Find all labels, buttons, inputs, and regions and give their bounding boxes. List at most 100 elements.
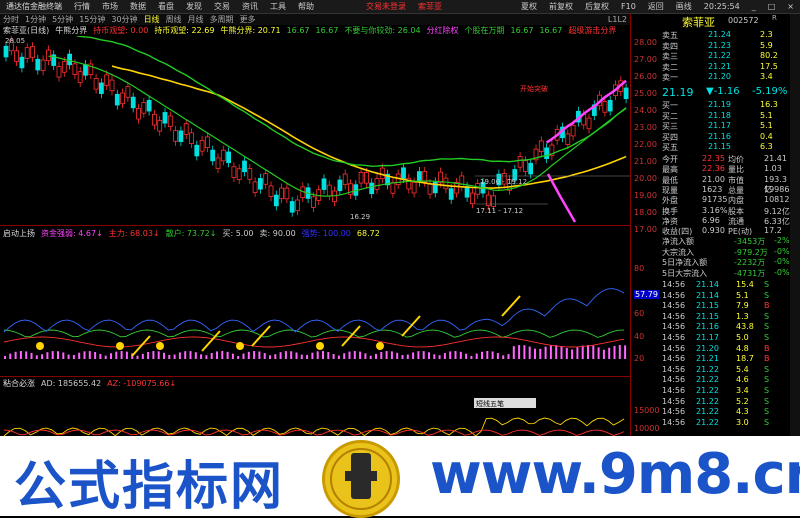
candle-body xyxy=(136,107,141,120)
f10-button[interactable]: F10 xyxy=(615,2,642,11)
menu-item-tools[interactable]: 工具 xyxy=(264,1,292,12)
candle-body xyxy=(459,175,465,187)
y-tick: 80 xyxy=(634,264,645,273)
draw-button[interactable]: 画线 xyxy=(670,1,698,12)
tick-volume: 43.8 xyxy=(736,322,754,332)
menu-item-market[interactable]: 行情 xyxy=(68,1,96,12)
tick-price: 21.16 xyxy=(696,322,719,332)
histogram-bar xyxy=(184,351,187,359)
ask-row: 卖四 21.23 5.9 xyxy=(660,41,790,51)
menu-item-trade[interactable]: 交易 xyxy=(208,1,236,12)
quote-stock-name: 索菲亚 xyxy=(682,16,715,29)
y-tick: 17.00 xyxy=(634,225,657,234)
tick-side: S xyxy=(764,364,770,374)
tick-row: 14:56 21.16 43.8 S xyxy=(660,322,790,332)
stock-name-title: 索菲亚 xyxy=(418,2,442,11)
minimize-icon[interactable]: _ xyxy=(746,2,762,11)
stat-value: 0.930 xyxy=(702,226,725,236)
histogram-bar xyxy=(327,352,330,359)
side-toolbar[interactable] xyxy=(790,14,800,444)
candle-body xyxy=(523,160,528,172)
close-icon[interactable]: × xyxy=(781,2,800,11)
bid-row: 买三 21.17 5.1 xyxy=(660,121,790,131)
panel2-name[interactable]: 启动上扬 xyxy=(0,228,38,239)
histogram-bar xyxy=(375,353,377,359)
histogram-bar xyxy=(19,351,22,359)
chart-stock-name: 索菲亚(日线) xyxy=(3,26,50,35)
histogram-bar xyxy=(428,352,430,359)
tick-row: 14:56 21.22 3.0 S xyxy=(660,418,790,428)
candle-body xyxy=(109,79,115,92)
forward-adjust-button[interactable]: 前复权 xyxy=(543,1,579,12)
chart-indicator-name[interactable]: 牛熊分界 xyxy=(52,25,90,36)
period-tab[interactable]: 5分钟 xyxy=(49,14,76,25)
book-volume: 16.3 xyxy=(760,100,778,109)
level-label[interactable]: L1L2 xyxy=(605,15,630,24)
book-label: 卖一 xyxy=(662,73,678,82)
histogram-bar xyxy=(306,354,309,359)
histogram-bar xyxy=(449,351,452,359)
panel3-name[interactable]: 粘合必涨 xyxy=(0,378,38,389)
menu-item-discover[interactable]: 发现 xyxy=(180,1,208,12)
candle-body xyxy=(24,47,30,59)
flow-value: -2232万 xyxy=(734,258,766,267)
candle-body xyxy=(401,167,406,179)
book-label: 卖四 xyxy=(662,41,678,51)
tick-row: 14:56 21.22 5.4 S xyxy=(660,365,790,375)
histogram-bar xyxy=(104,355,107,359)
period-tab[interactable]: 月线 xyxy=(185,14,207,25)
menu-item-news[interactable]: 资讯 xyxy=(236,1,264,12)
tick-volume: 5.0 xyxy=(736,333,749,342)
candle-body xyxy=(263,173,269,185)
histogram-bar xyxy=(120,351,123,359)
tick-volume: 4.6 xyxy=(736,375,749,385)
period-tab[interactable]: 1分钟 xyxy=(22,14,49,25)
tick-price: 21.21 xyxy=(696,354,719,364)
histogram-bar xyxy=(178,352,181,359)
histogram-bar xyxy=(83,351,86,359)
menu-item-help[interactable]: 帮助 xyxy=(292,1,320,12)
tick-side: S xyxy=(764,386,770,395)
flow-row: 5日大宗流入 -4731万 -0% xyxy=(660,268,790,278)
app-title: 通达信金融终端 xyxy=(6,2,62,11)
flow-value: -3453万 xyxy=(734,237,766,246)
backward-adjust-button[interactable]: 后复权 xyxy=(579,1,615,12)
histogram-bar xyxy=(364,353,367,359)
histogram-bar xyxy=(587,345,589,359)
period-tab[interactable]: 15分钟 xyxy=(76,14,108,25)
candle-body xyxy=(443,177,449,190)
trade-login-status[interactable]: 交易未登录 xyxy=(360,1,412,12)
menu-item-data[interactable]: 数据 xyxy=(124,1,152,12)
candle-body xyxy=(56,66,62,78)
tick-row: 14:56 21.22 4.3 S xyxy=(660,407,790,417)
period-tab[interactable]: 多周期 xyxy=(207,14,237,25)
book-price: 21.21 xyxy=(708,61,731,71)
period-tab[interactable]: 30分钟 xyxy=(108,14,140,25)
period-tab[interactable]: 更多 xyxy=(237,14,259,25)
book-price: 21.19 xyxy=(708,100,731,109)
histogram-bar xyxy=(581,345,584,359)
menu-item-watch[interactable]: 看盘 xyxy=(152,1,180,12)
histogram-bar xyxy=(380,351,383,359)
panel3-value: AZ: -109075.66↓ xyxy=(107,379,177,388)
y-tick: 18.00 xyxy=(634,208,657,217)
flow-pct: -0% xyxy=(774,246,790,256)
histogram-bar xyxy=(618,345,621,359)
histogram-bar xyxy=(512,346,515,359)
histogram-bar xyxy=(528,346,531,359)
book-price: 21.23 xyxy=(708,40,731,50)
candle-body xyxy=(157,120,163,132)
histogram-bar xyxy=(348,351,351,359)
period-tab-active[interactable]: 日线 xyxy=(141,14,163,25)
tick-time: 14:56 xyxy=(662,407,686,417)
period-tab[interactable]: 分时 xyxy=(0,14,22,25)
rights-button[interactable]: 夏权 xyxy=(515,1,543,12)
back-button[interactable]: 返回 xyxy=(642,1,670,12)
tick-volume: 4.3 xyxy=(736,407,749,417)
candle-body xyxy=(120,92,125,105)
maximize-icon[interactable]: □ xyxy=(762,2,782,11)
menu-item-exchange[interactable]: 市场 xyxy=(96,1,124,12)
period-tab[interactable]: 周线 xyxy=(163,14,185,25)
book-volume: 6.3 xyxy=(760,142,773,151)
histogram-bar xyxy=(571,349,574,359)
